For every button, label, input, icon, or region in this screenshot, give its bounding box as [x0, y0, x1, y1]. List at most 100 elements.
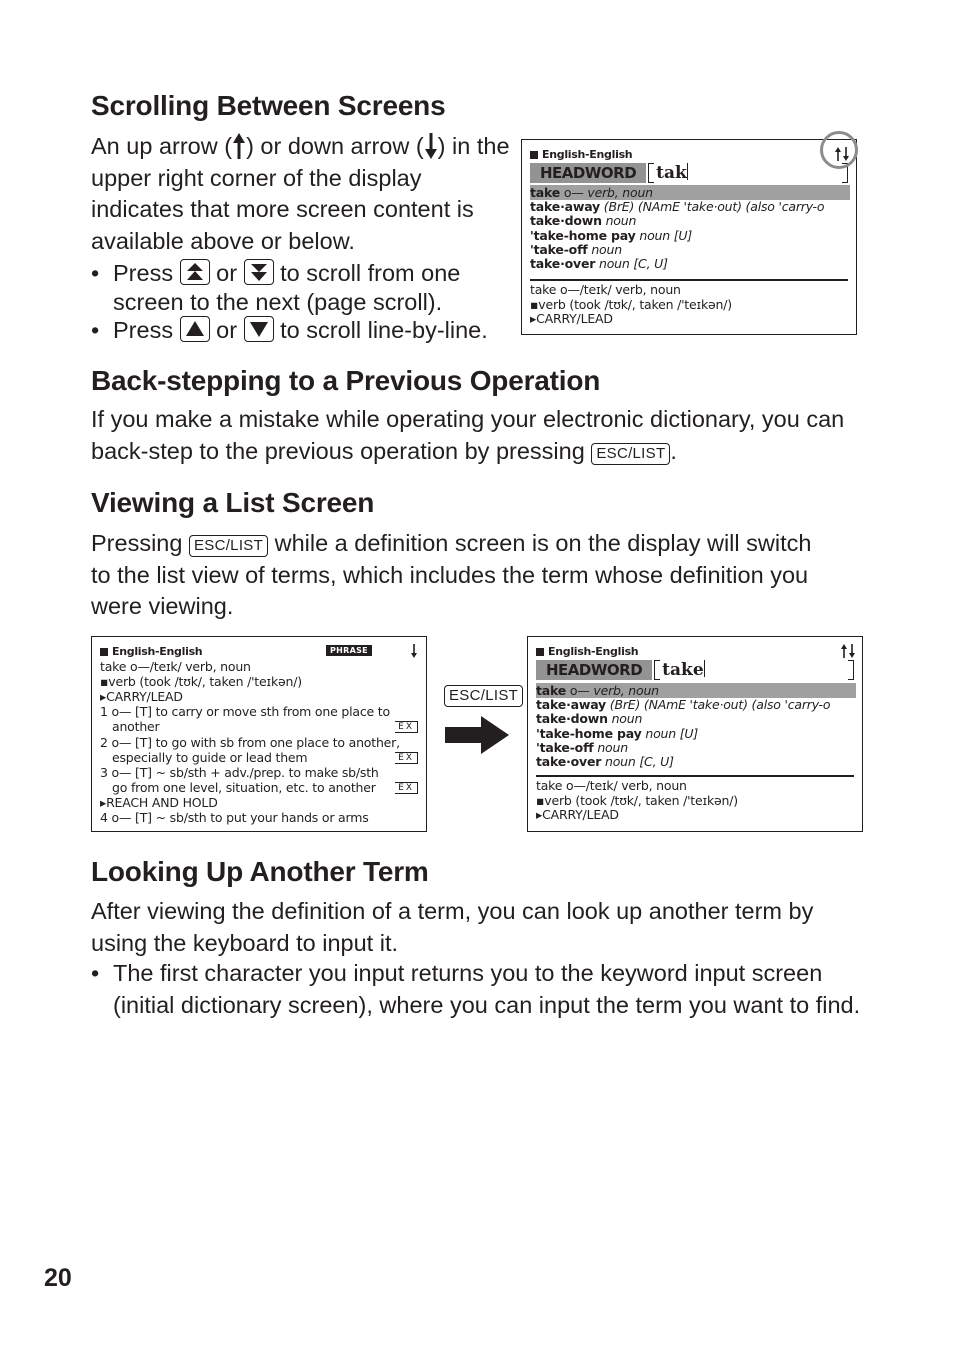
section-title-scrolling: Scrolling Between Screens — [91, 90, 446, 121]
page-number: 20 — [44, 1264, 72, 1292]
headword-row: HEADWORD tak — [530, 162, 848, 184]
list-item[interactable]: 'take-home pay noun [U] — [536, 726, 856, 741]
definition-line: go from one level, situation, etc. to an… — [112, 779, 376, 795]
input-value: tak — [656, 163, 687, 183]
headword-row: HEADWORD take — [536, 659, 854, 681]
headword-label: HEADWORD — [530, 163, 647, 183]
screen-header: English-English — [536, 645, 639, 658]
key-icon: o— — [560, 185, 584, 200]
up-key[interactable] — [179, 316, 210, 342]
para-text: An up arrow ( — [91, 133, 233, 159]
preview-line: ▪verb (took /tʊk/, taken /'teɪkən/) — [536, 792, 738, 808]
list-item-headword: 'take-off — [536, 739, 594, 755]
headword-label: HEADWORD — [536, 660, 653, 680]
list-item-headword: 'take-off — [530, 241, 588, 257]
dictionary-name: English-English — [542, 148, 633, 161]
bullet-text: to scroll line-by-line. — [280, 317, 488, 343]
bullet-text: Press — [113, 317, 174, 343]
para-text: Pressing — [91, 530, 183, 556]
section-title-backstep: Back-stepping to a Previous Operation — [91, 365, 601, 396]
para-text: If you make a mistake while operating yo… — [91, 406, 845, 464]
bullet-text: The first character you input returns yo… — [113, 960, 861, 1018]
esc-list-key[interactable]: ESC/LIST — [188, 535, 269, 557]
list-item-headword: take·away — [536, 697, 606, 713]
list-item[interactable]: take·away (BrE) (NAmE 'take·out) (also '… — [536, 697, 856, 712]
section-title-list-screen: Viewing a List Screen — [91, 487, 375, 518]
down-key[interactable] — [243, 316, 274, 342]
esc-list-key[interactable]: ESC/LIST — [444, 685, 524, 707]
section-title-lookup: Looking Up Another Term — [91, 856, 429, 887]
text-caret — [703, 660, 706, 677]
list-item[interactable]: take·down noun — [530, 213, 850, 228]
bullet-text: or — [216, 260, 238, 286]
definition-line: ▸REACH AND HOLD — [100, 794, 218, 810]
preview-line: ▸CARRY/LEAD — [536, 807, 619, 822]
list-item[interactable]: 'take-off noun — [530, 242, 850, 257]
right-arrow-icon — [445, 716, 509, 754]
list-item-headword: 'take-home pay — [536, 725, 642, 741]
list-item-headword: take·down — [530, 213, 602, 229]
scroll-down-indicator-icon — [411, 644, 417, 658]
lookup-bullet: The first character you input returns yo… — [91, 958, 865, 1021]
dictionary-screen-list-result: English-English HEADWORD take take o— ve… — [527, 636, 863, 832]
list-item[interactable]: take·over noun [C, U] — [530, 256, 850, 271]
example-button[interactable]: EX — [395, 751, 418, 764]
headword-input[interactable]: take — [652, 659, 854, 681]
list-item[interactable]: take o— verb, noun — [530, 185, 850, 200]
text-caret — [686, 163, 689, 180]
headword-input[interactable]: tak — [646, 162, 848, 184]
list-item-detail: noun [U] — [641, 725, 699, 741]
key-icon: o— — [566, 683, 590, 698]
definition-line: 2 o— [T] to go with sb from one place to… — [100, 734, 400, 750]
list-item-detail: noun [U] — [635, 227, 693, 243]
definition-line: ▸CARRY/LEAD — [100, 689, 183, 705]
list-item-detail: (BrE) (NAmE 'take·out) (also 'carry-o — [600, 199, 825, 215]
preview-line: ▸CARRY/LEAD — [530, 311, 613, 326]
list-item-detail: noun — [587, 241, 622, 257]
preview-line: take o—/teɪk/ verb, noun — [530, 282, 681, 297]
preview-line: take o—/teɪk/ verb, noun — [536, 778, 687, 793]
esc-list-key[interactable]: ESC/LIST — [591, 442, 671, 465]
list-item-headword: 'take-home pay — [530, 227, 636, 243]
list-item-headword: take·over — [530, 256, 596, 271]
definition-line: take o—/teɪk/ verb, noun — [100, 659, 251, 674]
definition-line: 1 o— [T] to carry or move sth from one p… — [100, 704, 390, 720]
list-item-detail: noun — [593, 739, 628, 755]
lookup-paragraph: After viewing the definition of a term, … — [91, 898, 814, 956]
list-item-detail: noun [C, U] — [595, 256, 668, 271]
page-up-key[interactable] — [179, 259, 210, 285]
list-item-detail: noun [C, U] — [601, 754, 674, 769]
bullet-page-scroll: Press or to scroll from one screen to th… — [91, 259, 513, 317]
example-button[interactable]: EX — [395, 721, 418, 734]
square-icon — [100, 647, 108, 656]
phrase-badge[interactable]: PHRASE — [326, 645, 372, 656]
list-item[interactable]: take o— verb, noun — [536, 683, 856, 698]
para-text: . — [670, 437, 677, 464]
bullet-text: or — [216, 317, 238, 343]
definition-line: another — [112, 719, 160, 735]
list-item[interactable]: take·over noun [C, U] — [536, 754, 856, 769]
list-item-headword: take — [530, 185, 561, 200]
definition-line: especially to guide or lead them — [112, 749, 308, 765]
list-item[interactable]: take·down noun — [536, 711, 856, 726]
bullet-text: Press — [113, 260, 174, 286]
example-button[interactable]: EX — [395, 781, 418, 794]
list-item-headword: take — [536, 683, 567, 698]
list-item[interactable]: 'take-off noun — [536, 740, 856, 755]
para-text: ) or down arrow ( — [246, 133, 424, 159]
list-item-headword: take·over — [536, 754, 602, 769]
dictionary-name: English-English — [112, 645, 203, 658]
list-item-headword: take·away — [530, 199, 600, 215]
definition-line: 3 o— [T] ~ sb/sth + adv./prep. to make s… — [100, 764, 379, 780]
backstep-paragraph: If you make a mistake while operating yo… — [91, 404, 871, 467]
bullet-line-scroll: Press or to scroll line-by-line. — [91, 316, 533, 345]
dictionary-screen-definition: English-English PHRASE take o—/teɪk/ ver… — [91, 636, 427, 832]
page-down-key[interactable] — [243, 259, 274, 285]
list-item-detail: noun — [607, 711, 643, 727]
list-item[interactable]: take·away (BrE) (NAmE 'take·out) (also '… — [530, 199, 850, 214]
scrolling-paragraph: An up arrow () or down arrow () in the u… — [91, 131, 511, 257]
list-item[interactable]: 'take-home pay noun [U] — [530, 228, 850, 243]
input-value: take — [662, 660, 704, 680]
down-arrow-icon — [424, 132, 438, 160]
indicator-callout-circle — [820, 131, 858, 169]
